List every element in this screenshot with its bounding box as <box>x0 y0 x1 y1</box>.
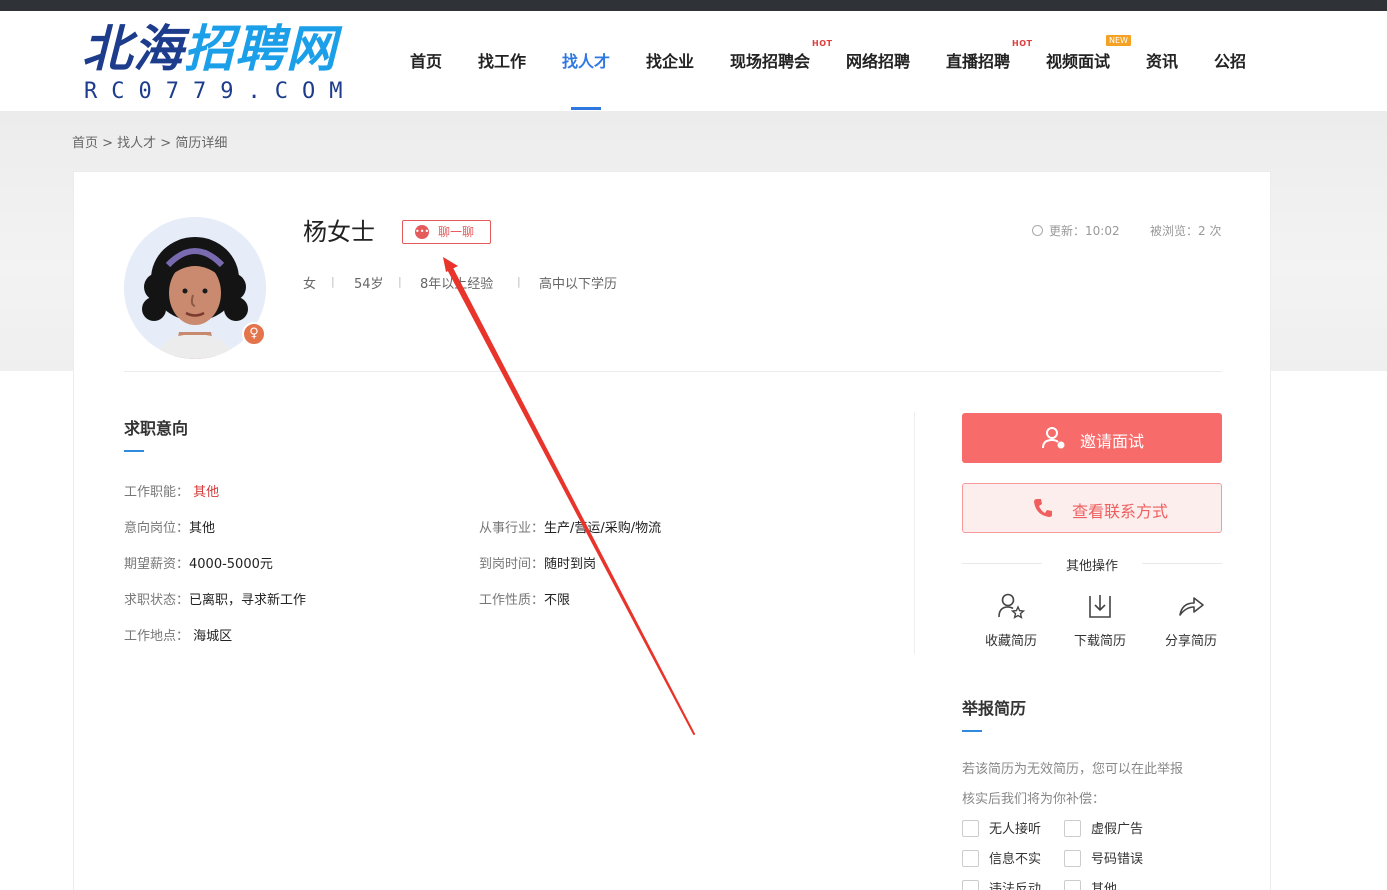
new-badge: NEW <box>1106 35 1131 46</box>
share-resume-button[interactable]: 分享简历 <box>1156 592 1226 649</box>
nav-find-companies[interactable]: 找企业 <box>646 48 694 72</box>
user-invite-icon <box>1042 427 1065 449</box>
other-ops-title: 其他操作 <box>1066 559 1119 574</box>
report-option-wrong-number[interactable]: 号码错误 <box>1064 848 1143 867</box>
update-time: 更新：10:02 <box>1032 222 1120 239</box>
nav-video-interview[interactable]: 视频面试 <box>1046 48 1110 72</box>
site-logo[interactable]: 北海招聘网 RC0779.COM <box>82 21 367 107</box>
favorite-resume-button[interactable]: 收藏简历 <box>976 592 1046 649</box>
hot-badge: HOT <box>812 39 833 48</box>
logo-main-text: 北海招聘网 <box>82 20 337 78</box>
phone-icon <box>1034 499 1052 517</box>
checkbox[interactable] <box>1064 880 1081 890</box>
job-intent-title: 求职意向 <box>124 419 189 438</box>
favorite-resume-label: 收藏简历 <box>984 634 1037 649</box>
chat-button-label: 聊一聊 <box>438 225 475 239</box>
clock-icon <box>1032 225 1043 236</box>
field-target-position: 意向岗位：其他 <box>124 521 216 536</box>
checkbox[interactable] <box>1064 820 1081 837</box>
nav-online-recruit[interactable]: 网络招聘 <box>846 48 910 72</box>
logo-domain-text: RC0779.COM <box>84 79 357 104</box>
candidate-education: 高中以下学历 <box>539 277 618 292</box>
candidate-name: 杨女士 <box>303 218 375 246</box>
checkbox[interactable] <box>962 820 979 837</box>
nav-find-talent[interactable]: 找人才 <box>562 48 610 72</box>
field-industry: 从事行业：生产/营运/采购/物流 <box>479 521 662 536</box>
user-star-icon <box>998 593 1025 619</box>
meta-separator: | <box>517 275 521 288</box>
report-option-illegal[interactable]: 违法反动 <box>962 878 1041 890</box>
other-ops-line-right <box>1142 563 1222 564</box>
chat-bubble-icon: ••• <box>415 225 429 239</box>
share-resume-label: 分享简历 <box>1164 634 1217 649</box>
download-resume-button[interactable]: 下载简历 <box>1065 592 1135 649</box>
nav-home[interactable]: 首页 <box>410 48 442 72</box>
invite-interview-button[interactable]: 邀请面试 <box>962 413 1222 463</box>
candidate-age: 54岁 <box>354 277 384 292</box>
breadcrumb[interactable]: 首页 > 找人才 > 简历详细 <box>72 132 227 151</box>
view-count: 被浏览：2 次 <box>1150 224 1222 238</box>
report-option-other[interactable]: 其他 <box>1064 878 1117 890</box>
section-accent-bar <box>962 730 982 732</box>
checkbox[interactable] <box>1064 850 1081 867</box>
share-icon <box>1179 597 1204 616</box>
field-work-location: 工作地点： 海城区 <box>124 629 233 644</box>
other-ops-line-left <box>962 563 1042 564</box>
top-bar <box>0 0 1387 11</box>
hot-badge: HOT <box>1012 39 1033 48</box>
field-job-status: 求职状态：已离职，寻求新工作 <box>124 593 307 608</box>
header-divider <box>124 371 1222 372</box>
report-option-no-answer[interactable]: 无人接听 <box>962 818 1041 837</box>
field-work-type: 工作性质：不限 <box>479 593 571 608</box>
nav-news[interactable]: 资讯 <box>1146 48 1178 72</box>
section-accent-bar <box>124 450 144 452</box>
view-contact-button[interactable]: 查看联系方式 <box>962 483 1222 533</box>
download-icon <box>1089 595 1111 618</box>
site-header: 北海招聘网 RC0779.COM 首页 找工作 找人才 找企业 现场招聘会 HO… <box>0 11 1387 111</box>
female-gender-icon: ♀ <box>242 322 266 346</box>
resume-card: ♀ 杨女士 ••• 聊一聊 更新：10:02 被浏览：2 次 女 | 54岁 |… <box>73 171 1271 890</box>
nav-active-indicator <box>571 107 601 110</box>
nav-live-recruit[interactable]: 直播招聘 <box>946 48 1010 72</box>
report-option-false-ad[interactable]: 虚假广告 <box>1064 818 1143 837</box>
report-resume-title: 举报简历 <box>962 699 1027 718</box>
candidate-gender: 女 <box>303 277 317 292</box>
field-expected-salary: 期望薪资：4000-5000元 <box>124 557 273 572</box>
report-option-false-info[interactable]: 信息不实 <box>962 848 1041 867</box>
checkbox[interactable] <box>962 880 979 890</box>
field-start-time: 到岗时间：随时到岗 <box>479 557 597 572</box>
download-resume-label: 下载简历 <box>1073 634 1126 649</box>
field-job-function: 工作职能： 其他 <box>124 485 220 500</box>
invite-interview-label: 邀请面试 <box>1080 432 1145 451</box>
checkbox[interactable] <box>962 850 979 867</box>
nav-public-recruit[interactable]: 公招 <box>1214 48 1246 72</box>
nav-find-jobs[interactable]: 找工作 <box>478 48 526 72</box>
nav-job-fair[interactable]: 现场招聘会 <box>730 48 810 72</box>
view-contact-label: 查看联系方式 <box>1072 502 1169 521</box>
meta-separator: | <box>331 275 335 288</box>
candidate-experience: 8年以上经验 <box>420 277 494 292</box>
column-divider <box>914 412 915 654</box>
report-description-line2: 核实后我们将为你补偿： <box>962 792 1106 807</box>
chat-button[interactable]: ••• 聊一聊 <box>402 220 491 244</box>
report-description-line1: 若该简历为无效简历，您可以在此举报 <box>962 762 1184 777</box>
meta-separator: | <box>398 275 402 288</box>
